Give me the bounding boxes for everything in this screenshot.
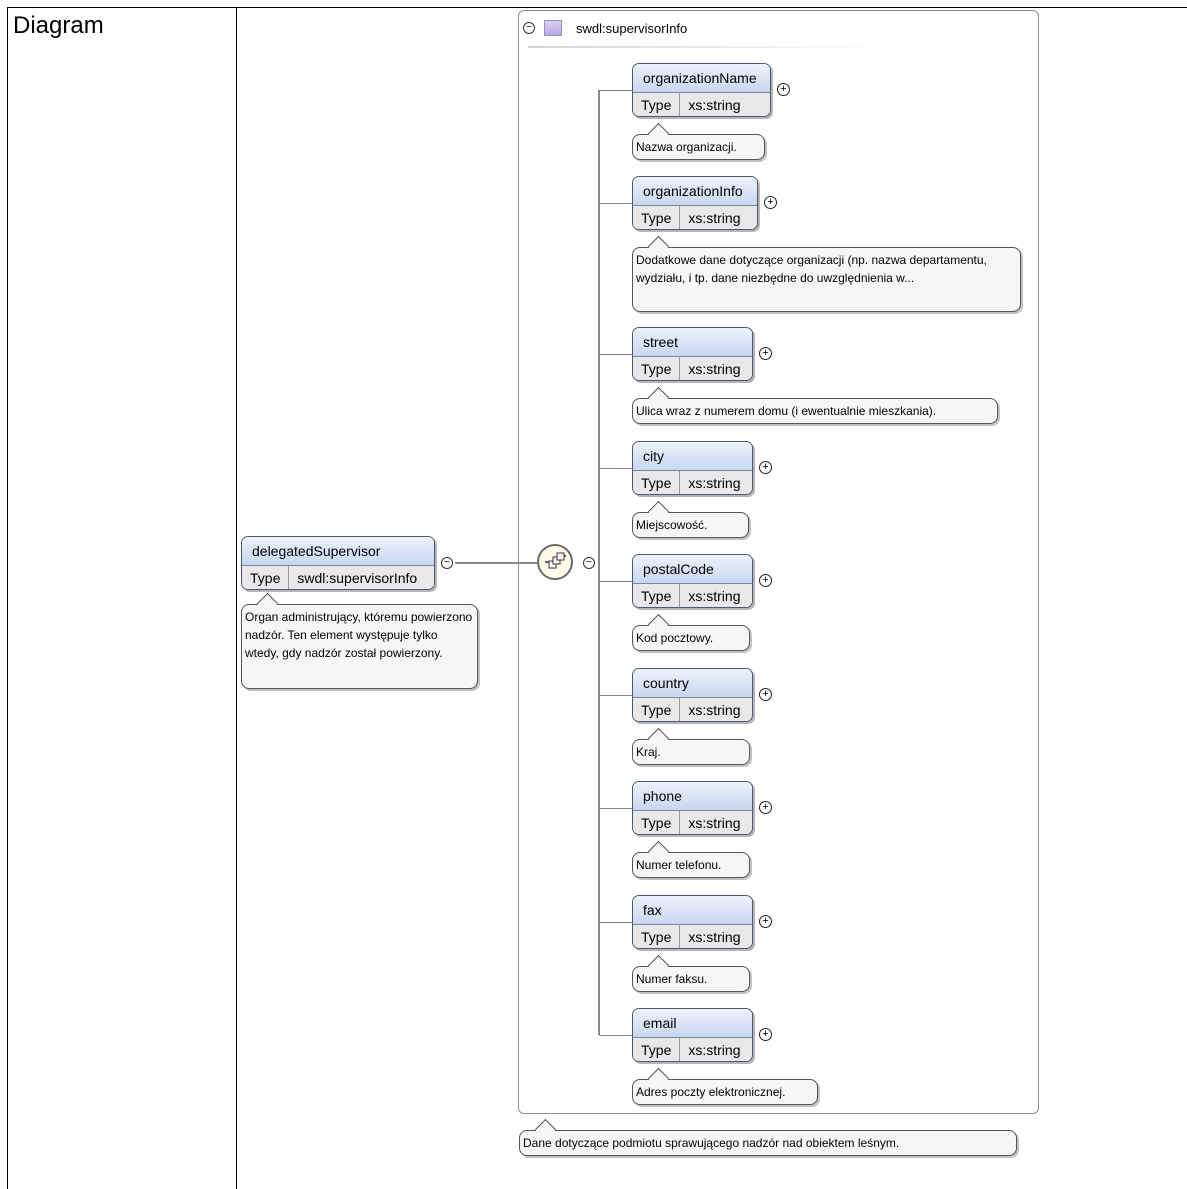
expand-plus-icon[interactable]: + (759, 347, 772, 360)
expand-plus-icon[interactable]: + (759, 574, 772, 587)
collapse-minus-icon[interactable]: − (523, 22, 535, 34)
type-key: Type (633, 1038, 681, 1061)
element-type-row: Type xs:string (633, 93, 770, 116)
expand-plus-icon[interactable]: + (777, 83, 790, 96)
complex-type-name: swdl:supervisorInfo (576, 20, 688, 36)
element-annotation: Adres poczty elektronicznej. (632, 1079, 818, 1105)
sequence-compositor-icon[interactable] (537, 544, 573, 580)
sequence-trunk (598, 90, 600, 1035)
branch-connector (599, 808, 632, 809)
branch-connector (599, 354, 632, 355)
expand-plus-icon[interactable]: + (759, 801, 772, 814)
expand-plus-icon[interactable]: + (759, 1028, 772, 1041)
type-value: xs:string (688, 361, 741, 377)
expand-plus-icon[interactable]: + (764, 196, 777, 209)
type-key: Type (633, 698, 681, 721)
element-annotation: Miejscowość. (632, 512, 749, 538)
type-value: xs:string (688, 475, 741, 491)
child-element-box[interactable]: street Type xs:string (632, 327, 753, 381)
element-name: organizationName (633, 64, 770, 93)
branch-connector (599, 203, 632, 204)
element-name: postalCode (633, 555, 752, 584)
table-top-border (7, 7, 1187, 8)
branch-connector (599, 922, 632, 923)
element-annotation: Nazwa organizacji. (632, 134, 765, 160)
element-name: country (633, 669, 752, 698)
element-annotation: Numer telefonu. (632, 852, 750, 878)
type-key: Type (633, 584, 681, 607)
element-annotation: Dodatkowe dane dotyczące organizacji (np… (632, 247, 1021, 312)
element-type-row: Type swdl:supervisorInfo (242, 566, 434, 589)
element-type-row: Type xs:string (633, 1038, 752, 1061)
element-type-row: Type xs:string (633, 811, 752, 834)
element-type-row: Type xs:string (633, 925, 752, 948)
table-left-border (7, 7, 8, 1189)
complex-type-icon (544, 20, 562, 36)
header-separator (528, 46, 888, 48)
child-element-box[interactable]: phone Type xs:string (632, 781, 753, 835)
element-name: delegatedSupervisor (242, 537, 434, 566)
expand-plus-icon[interactable]: + (759, 461, 772, 474)
type-key: Type (633, 93, 681, 116)
type-value: xs:string (688, 1042, 741, 1058)
table-column-divider (236, 7, 237, 1189)
type-value: xs:string (688, 588, 741, 604)
type-key: Type (242, 566, 290, 589)
collapse-minus-icon[interactable]: − (583, 557, 595, 569)
element-name: email (633, 1009, 752, 1038)
element-name: fax (633, 896, 752, 925)
type-value: xs:string (688, 929, 741, 945)
type-key: Type (633, 471, 681, 494)
child-element-box[interactable]: country Type xs:string (632, 668, 753, 722)
element-name: organizationInfo (633, 177, 757, 206)
element-name: phone (633, 782, 752, 811)
branch-connector (599, 1035, 632, 1036)
root-connector (455, 562, 537, 564)
root-annotation: Organ administrujący, któremu powierzono… (241, 604, 478, 689)
complex-type-annotation: Dane dotyczące podmiotu sprawującego nad… (519, 1130, 1017, 1156)
element-name: street (633, 328, 752, 357)
element-type-row: Type xs:string (633, 357, 752, 380)
type-value: xs:string (688, 210, 741, 226)
expand-plus-icon[interactable]: + (759, 915, 772, 928)
root-element-box[interactable]: delegatedSupervisor Type swdl:supervisor… (241, 536, 435, 590)
element-type-row: Type xs:string (633, 471, 752, 494)
complex-type-box (518, 10, 1039, 1114)
element-name: city (633, 442, 752, 471)
type-value: xs:string (688, 702, 741, 718)
expand-plus-icon[interactable]: + (759, 688, 772, 701)
child-element-box[interactable]: postalCode Type xs:string (632, 554, 753, 608)
branch-connector (599, 468, 632, 469)
child-element-box[interactable]: fax Type xs:string (632, 895, 753, 949)
type-key: Type (633, 206, 681, 229)
type-value: xs:string (688, 97, 741, 113)
element-annotation: Ulica wraz z numerem domu (i ewentualnie… (632, 398, 998, 424)
child-element-box[interactable]: city Type xs:string (632, 441, 753, 495)
element-type-row: Type xs:string (633, 584, 752, 607)
type-key: Type (633, 357, 681, 380)
collapse-minus-icon[interactable]: − (441, 557, 453, 569)
child-element-box[interactable]: email Type xs:string (632, 1008, 753, 1062)
complex-type-header: − swdl:supervisorInfo (523, 17, 687, 39)
type-key: Type (633, 811, 681, 834)
child-element-box[interactable]: organizationName Type xs:string (632, 63, 771, 117)
branch-connector (599, 90, 632, 91)
element-type-row: Type xs:string (633, 698, 752, 721)
type-value: swdl:supervisorInfo (297, 570, 418, 586)
row-label: Diagram (13, 12, 104, 39)
type-key: Type (633, 925, 681, 948)
element-annotation: Kraj. (632, 739, 750, 765)
branch-connector (599, 581, 632, 582)
branch-connector (599, 695, 632, 696)
type-value: xs:string (688, 815, 741, 831)
element-type-row: Type xs:string (633, 206, 757, 229)
child-element-box[interactable]: organizationInfo Type xs:string (632, 176, 758, 230)
element-annotation: Numer faksu. (632, 966, 750, 992)
element-annotation: Kod pocztowy. (632, 625, 750, 651)
